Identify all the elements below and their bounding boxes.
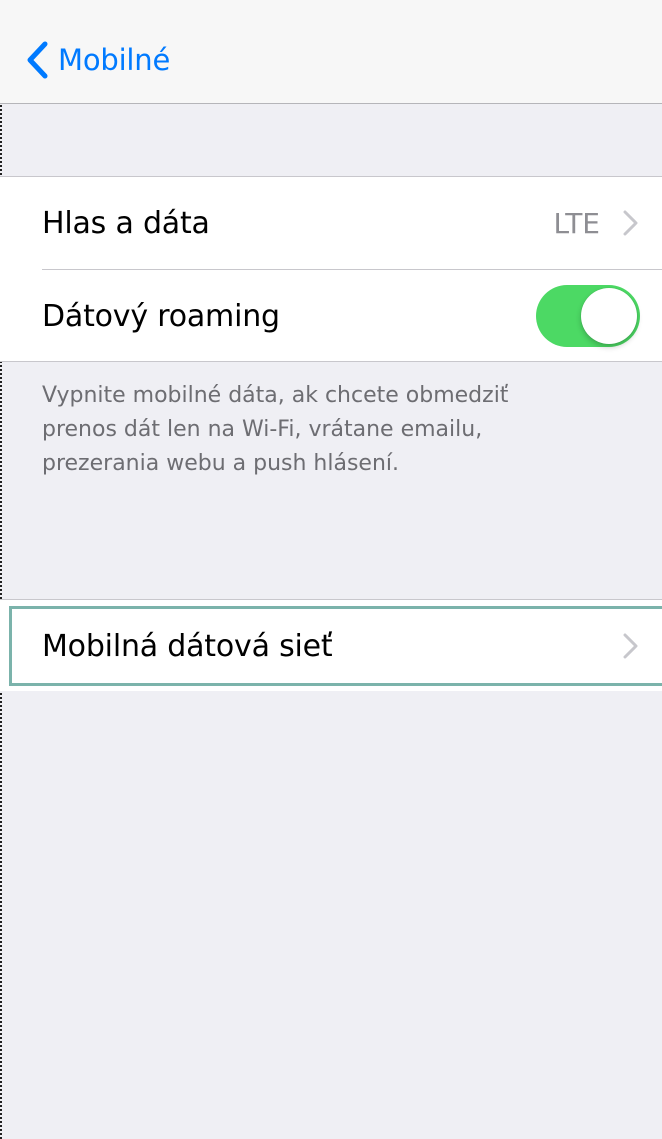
settings-group-cellular-network: Mobilná dátová sieť bbox=[0, 599, 662, 691]
settings-group-voice-roaming: Hlas a dáta LTE Dátový roaming bbox=[0, 176, 662, 362]
navigation-bar: Mobilné bbox=[0, 0, 662, 104]
row-label: Mobilná dátová sieť bbox=[42, 628, 333, 664]
row-label: Hlas a dáta bbox=[42, 205, 210, 241]
row-value: LTE bbox=[553, 206, 600, 240]
row-data-roaming: Dátový roaming bbox=[0, 270, 662, 362]
row-voice-and-data[interactable]: Hlas a dáta LTE bbox=[0, 177, 662, 270]
chevron-right-icon bbox=[622, 631, 640, 661]
screen-frame bbox=[0, 0, 662, 1139]
row-cellular-data-network[interactable]: Mobilná dátová sieť bbox=[0, 600, 662, 692]
section-footer-note: Vypnite mobilné dáta, ak chcete obmedziť… bbox=[42, 383, 509, 476]
back-button-label: Mobilné bbox=[58, 43, 171, 77]
chevron-left-icon bbox=[26, 41, 48, 79]
back-button[interactable]: Mobilné bbox=[26, 38, 170, 82]
chevron-right-icon bbox=[622, 208, 640, 238]
row-label: Dátový roaming bbox=[42, 298, 280, 334]
data-roaming-toggle[interactable] bbox=[536, 285, 640, 347]
toggle-knob bbox=[581, 288, 637, 344]
